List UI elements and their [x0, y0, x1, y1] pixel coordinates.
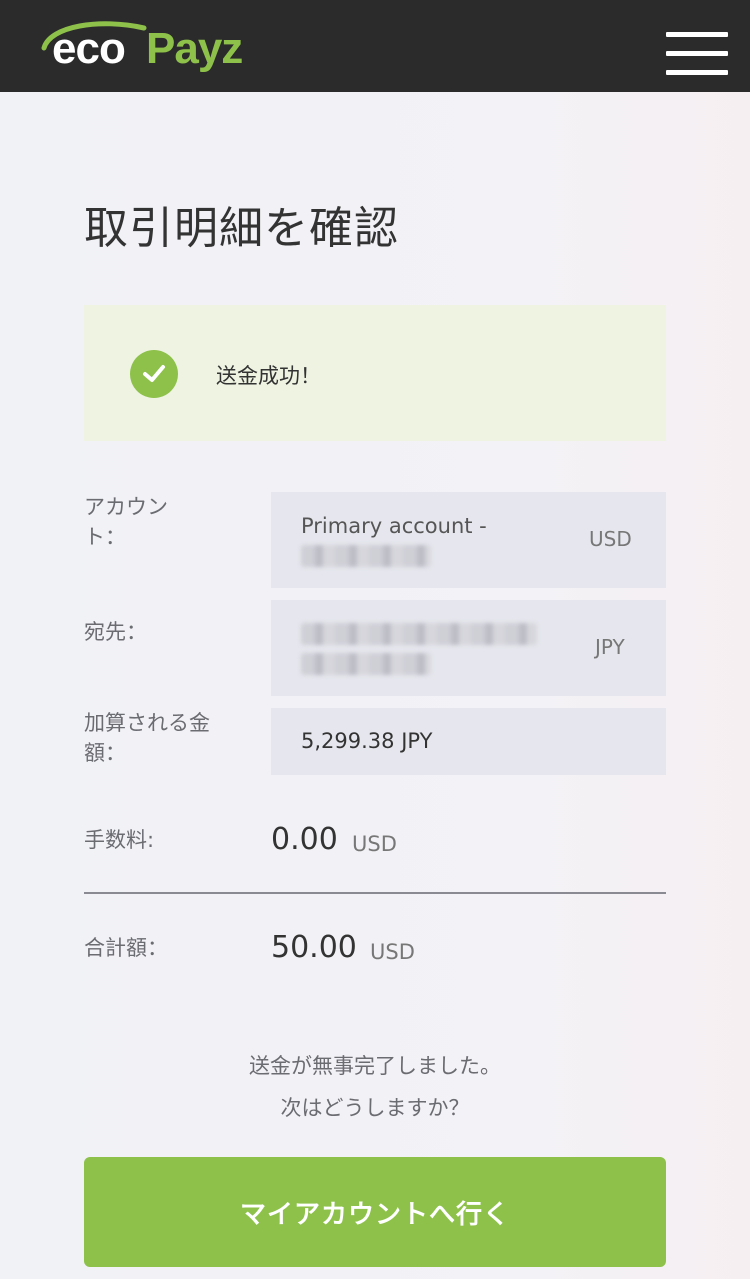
recipient-label: 宛先：	[84, 620, 147, 644]
logo-payz-text: Payz	[146, 24, 243, 73]
account-value: Primary account -	[301, 514, 487, 538]
ecopayz-logo[interactable]: eco Payz	[40, 16, 280, 78]
redacted-account-number	[301, 545, 431, 567]
account-field: Primary account - USD	[271, 492, 666, 588]
next-step-question: 次はどうしますか？	[280, 1096, 470, 1120]
page-title: 取引明細を確認	[84, 203, 399, 254]
redacted-recipient-line-2	[301, 653, 431, 675]
menu-bar-3	[666, 70, 728, 75]
total-currency: USD	[370, 940, 415, 964]
fee-currency: USD	[352, 832, 397, 856]
recipient-field: JPY	[271, 600, 666, 696]
account-currency: USD	[589, 527, 632, 551]
menu-bar-1	[666, 32, 728, 37]
total-value: 50.00	[271, 930, 357, 965]
top-bar: eco Payz	[0, 0, 750, 92]
menu-bar-2	[666, 51, 728, 56]
go-to-my-account-button[interactable]: マイアカウントへ行く	[84, 1157, 666, 1267]
success-alert: 送金成功！	[84, 305, 666, 441]
completion-message: 送金が無事完了しました。	[249, 1054, 501, 1078]
hamburger-menu-icon[interactable]	[666, 32, 728, 76]
main-content: 取引明細を確認 送金成功！ アカウント： Primary account - U…	[0, 92, 750, 1279]
success-message: 送金成功！	[216, 364, 321, 388]
check-circle-icon	[130, 350, 178, 398]
recipient-currency: JPY	[595, 635, 625, 659]
fee-value: 0.00	[271, 822, 338, 857]
credited-amount-label: 加算される金額：	[84, 711, 210, 765]
credited-amount-value: 5,299.38 JPY	[301, 729, 433, 753]
divider	[84, 892, 666, 894]
logo-eco-text: eco	[52, 24, 126, 73]
credited-amount-field: 5,299.38 JPY	[271, 708, 666, 775]
fee-label: 手数料:	[84, 828, 155, 852]
redacted-recipient-line-1	[301, 623, 537, 645]
account-label: アカウント：	[84, 495, 168, 549]
total-label: 合計額：	[84, 936, 168, 960]
